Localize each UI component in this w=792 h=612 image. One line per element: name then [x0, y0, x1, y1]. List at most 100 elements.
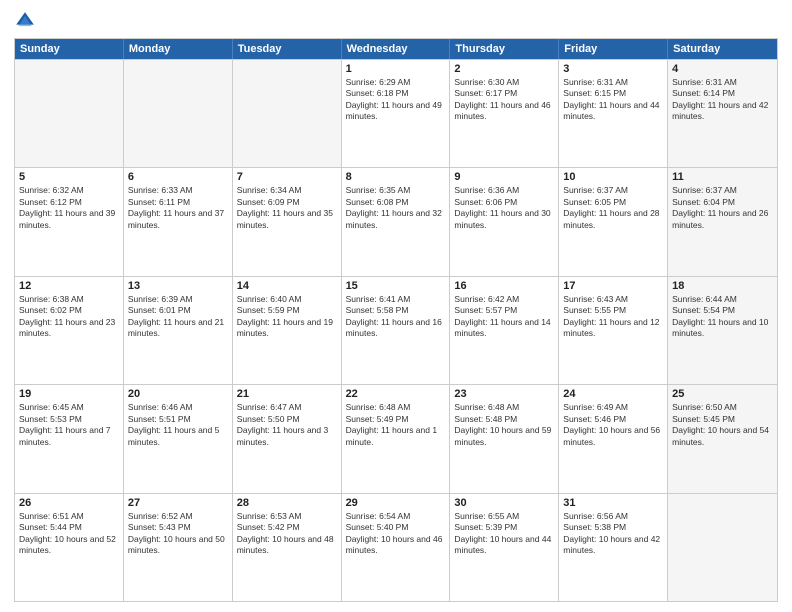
cal-day-num: 21 [237, 388, 337, 400]
cal-cell [233, 60, 342, 167]
cal-cell-text: Sunrise: 6:38 AMSunset: 6:02 PMDaylight:… [19, 294, 119, 340]
cal-cell-text: Sunrise: 6:43 AMSunset: 5:55 PMDaylight:… [563, 294, 663, 340]
calendar-header-row: SundayMondayTuesdayWednesdayThursdayFrid… [15, 39, 777, 59]
cal-cell-text: Sunrise: 6:47 AMSunset: 5:50 PMDaylight:… [237, 402, 337, 448]
logo [14, 10, 40, 32]
cal-cell [15, 60, 124, 167]
cal-day-num: 31 [563, 497, 663, 509]
cal-cell-text: Sunrise: 6:33 AMSunset: 6:11 PMDaylight:… [128, 185, 228, 231]
cal-day-num: 11 [672, 171, 773, 183]
cal-cell: 4 Sunrise: 6:31 AMSunset: 6:14 PMDaylight… [668, 60, 777, 167]
cal-cell-text: Sunrise: 6:42 AMSunset: 5:57 PMDaylight:… [454, 294, 554, 340]
cal-cell: 16Sunrise: 6:42 AMSunset: 5:57 PMDayligh… [450, 277, 559, 384]
cal-cell: 29 Sunrise: 6:54 AMSunset: 5:40 PMDayligh… [342, 494, 451, 601]
cal-cell: 23Sunrise: 6:48 AMSunset: 5:48 PMDayligh… [450, 385, 559, 492]
cal-cell: 30 Sunrise: 6:55 AMSunset: 5:39 PMDayligh… [450, 494, 559, 601]
cal-week: 19 Sunrise: 6:45 AMSunset: 5:53 PMDayligh… [15, 384, 777, 492]
cal-day-num: 30 [454, 497, 554, 509]
cal-day-num: 5 [19, 171, 119, 183]
cal-cell: 11 Sunrise: 6:37 AMSunset: 6:04 PMDayligh… [668, 168, 777, 275]
cal-day-num: 4 [672, 63, 773, 75]
cal-cell-text: Sunrise: 6:36 AMSunset: 6:06 PMDaylight:… [454, 185, 554, 231]
cal-day-num: 14 [237, 280, 337, 292]
cal-cell: 10 Sunrise: 6:37 AMSunset: 6:05 PMDayligh… [559, 168, 668, 275]
cal-header-cell: Friday [559, 39, 668, 59]
cal-week: 5 Sunrise: 6:32 AMSunset: 6:12 PMDaylight… [15, 167, 777, 275]
cal-day-num: 20 [128, 388, 228, 400]
cal-cell: 21 Sunrise: 6:47 AMSunset: 5:50 PMDayligh… [233, 385, 342, 492]
header [14, 10, 778, 32]
cal-cell-text: Sunrise: 6:44 AMSunset: 5:54 PMDaylight:… [672, 294, 773, 340]
cal-cell: 18 Sunrise: 6:44 AMSunset: 5:54 PMDayligh… [668, 277, 777, 384]
cal-cell: 5 Sunrise: 6:32 AMSunset: 6:12 PMDaylight… [15, 168, 124, 275]
cal-cell: 22 Sunrise: 6:48 AMSunset: 5:49 PMDayligh… [342, 385, 451, 492]
cal-cell-text: Sunrise: 6:39 AMSunset: 6:01 PMDaylight:… [128, 294, 228, 340]
cal-day-num: 8 [346, 171, 446, 183]
cal-cell: 8Sunrise: 6:35 AMSunset: 6:08 PMDaylight… [342, 168, 451, 275]
cal-cell-text: Sunrise: 6:37 AMSunset: 6:04 PMDaylight:… [672, 185, 773, 231]
cal-cell: 3Sunrise: 6:31 AMSunset: 6:15 PMDaylight… [559, 60, 668, 167]
cal-day-num: 19 [19, 388, 119, 400]
cal-cell: 2 Sunrise: 6:30 AMSunset: 6:17 PMDaylight… [450, 60, 559, 167]
cal-cell-text: Sunrise: 6:34 AMSunset: 6:09 PMDaylight:… [237, 185, 337, 231]
cal-header-cell: Sunday [15, 39, 124, 59]
cal-day-num: 7 [237, 171, 337, 183]
cal-day-num: 12 [19, 280, 119, 292]
cal-day-num: 10 [563, 171, 663, 183]
cal-day-num: 27 [128, 497, 228, 509]
cal-cell-text: Sunrise: 6:56 AMSunset: 5:38 PMDaylight:… [563, 511, 663, 557]
cal-cell: 6 Sunrise: 6:33 AMSunset: 6:11 PMDaylight… [124, 168, 233, 275]
cal-cell-text: Sunrise: 6:45 AMSunset: 5:53 PMDaylight:… [19, 402, 119, 448]
cal-week: 1 Sunrise: 6:29 AMSunset: 6:18 PMDaylight… [15, 59, 777, 167]
cal-cell-text: Sunrise: 6:52 AMSunset: 5:43 PMDaylight:… [128, 511, 228, 557]
cal-cell: 20 Sunrise: 6:46 AMSunset: 5:51 PMDayligh… [124, 385, 233, 492]
cal-cell-text: Sunrise: 6:55 AMSunset: 5:39 PMDaylight:… [454, 511, 554, 557]
cal-cell-text: Sunrise: 6:48 AMSunset: 5:48 PMDaylight:… [454, 402, 554, 448]
cal-cell: 9 Sunrise: 6:36 AMSunset: 6:06 PMDaylight… [450, 168, 559, 275]
cal-cell-text: Sunrise: 6:46 AMSunset: 5:51 PMDaylight:… [128, 402, 228, 448]
cal-cell-text: Sunrise: 6:37 AMSunset: 6:05 PMDaylight:… [563, 185, 663, 231]
cal-day-num: 1 [346, 63, 446, 75]
calendar-body: 1 Sunrise: 6:29 AMSunset: 6:18 PMDaylight… [15, 59, 777, 601]
cal-cell: 28 Sunrise: 6:53 AMSunset: 5:42 PMDayligh… [233, 494, 342, 601]
cal-cell: 12 Sunrise: 6:38 AMSunset: 6:02 PMDayligh… [15, 277, 124, 384]
cal-day-num: 13 [128, 280, 228, 292]
cal-cell [124, 60, 233, 167]
cal-cell-text: Sunrise: 6:48 AMSunset: 5:49 PMDaylight:… [346, 402, 446, 448]
cal-day-num: 9 [454, 171, 554, 183]
cal-cell-text: Sunrise: 6:30 AMSunset: 6:17 PMDaylight:… [454, 77, 554, 123]
cal-day-num: 2 [454, 63, 554, 75]
cal-week: 26 Sunrise: 6:51 AMSunset: 5:44 PMDayligh… [15, 493, 777, 601]
cal-cell: 25Sunrise: 6:50 AMSunset: 5:45 PMDayligh… [668, 385, 777, 492]
cal-cell-text: Sunrise: 6:31 AMSunset: 6:14 PMDaylight:… [672, 77, 773, 123]
cal-day-num: 24 [563, 388, 663, 400]
cal-day-num: 22 [346, 388, 446, 400]
cal-cell: 27 Sunrise: 6:52 AMSunset: 5:43 PMDayligh… [124, 494, 233, 601]
cal-cell [668, 494, 777, 601]
cal-cell-text: Sunrise: 6:41 AMSunset: 5:58 PMDaylight:… [346, 294, 446, 340]
cal-day-num: 26 [19, 497, 119, 509]
cal-cell: 15Sunrise: 6:41 AMSunset: 5:58 PMDayligh… [342, 277, 451, 384]
cal-day-num: 28 [237, 497, 337, 509]
cal-header-cell: Monday [124, 39, 233, 59]
cal-cell-text: Sunrise: 6:54 AMSunset: 5:40 PMDaylight:… [346, 511, 446, 557]
cal-cell: 31 Sunrise: 6:56 AMSunset: 5:38 PMDayligh… [559, 494, 668, 601]
page: SundayMondayTuesdayWednesdayThursdayFrid… [0, 0, 792, 612]
cal-cell-text: Sunrise: 6:51 AMSunset: 5:44 PMDaylight:… [19, 511, 119, 557]
cal-day-num: 18 [672, 280, 773, 292]
cal-header-cell: Thursday [450, 39, 559, 59]
cal-cell: 7 Sunrise: 6:34 AMSunset: 6:09 PMDaylight… [233, 168, 342, 275]
cal-cell-text: Sunrise: 6:53 AMSunset: 5:42 PMDaylight:… [237, 511, 337, 557]
cal-cell-text: Sunrise: 6:40 AMSunset: 5:59 PMDaylight:… [237, 294, 337, 340]
calendar: SundayMondayTuesdayWednesdayThursdayFrid… [14, 38, 778, 602]
cal-cell-text: Sunrise: 6:49 AMSunset: 5:46 PMDaylight:… [563, 402, 663, 448]
cal-cell: 17 Sunrise: 6:43 AMSunset: 5:55 PMDayligh… [559, 277, 668, 384]
cal-day-num: 29 [346, 497, 446, 509]
logo-icon [14, 10, 36, 32]
cal-cell-text: Sunrise: 6:32 AMSunset: 6:12 PMDaylight:… [19, 185, 119, 231]
cal-cell: 26 Sunrise: 6:51 AMSunset: 5:44 PMDayligh… [15, 494, 124, 601]
cal-cell-text: Sunrise: 6:50 AMSunset: 5:45 PMDaylight:… [672, 402, 773, 448]
cal-day-num: 6 [128, 171, 228, 183]
cal-cell-text: Sunrise: 6:29 AMSunset: 6:18 PMDaylight:… [346, 77, 446, 123]
cal-day-num: 17 [563, 280, 663, 292]
